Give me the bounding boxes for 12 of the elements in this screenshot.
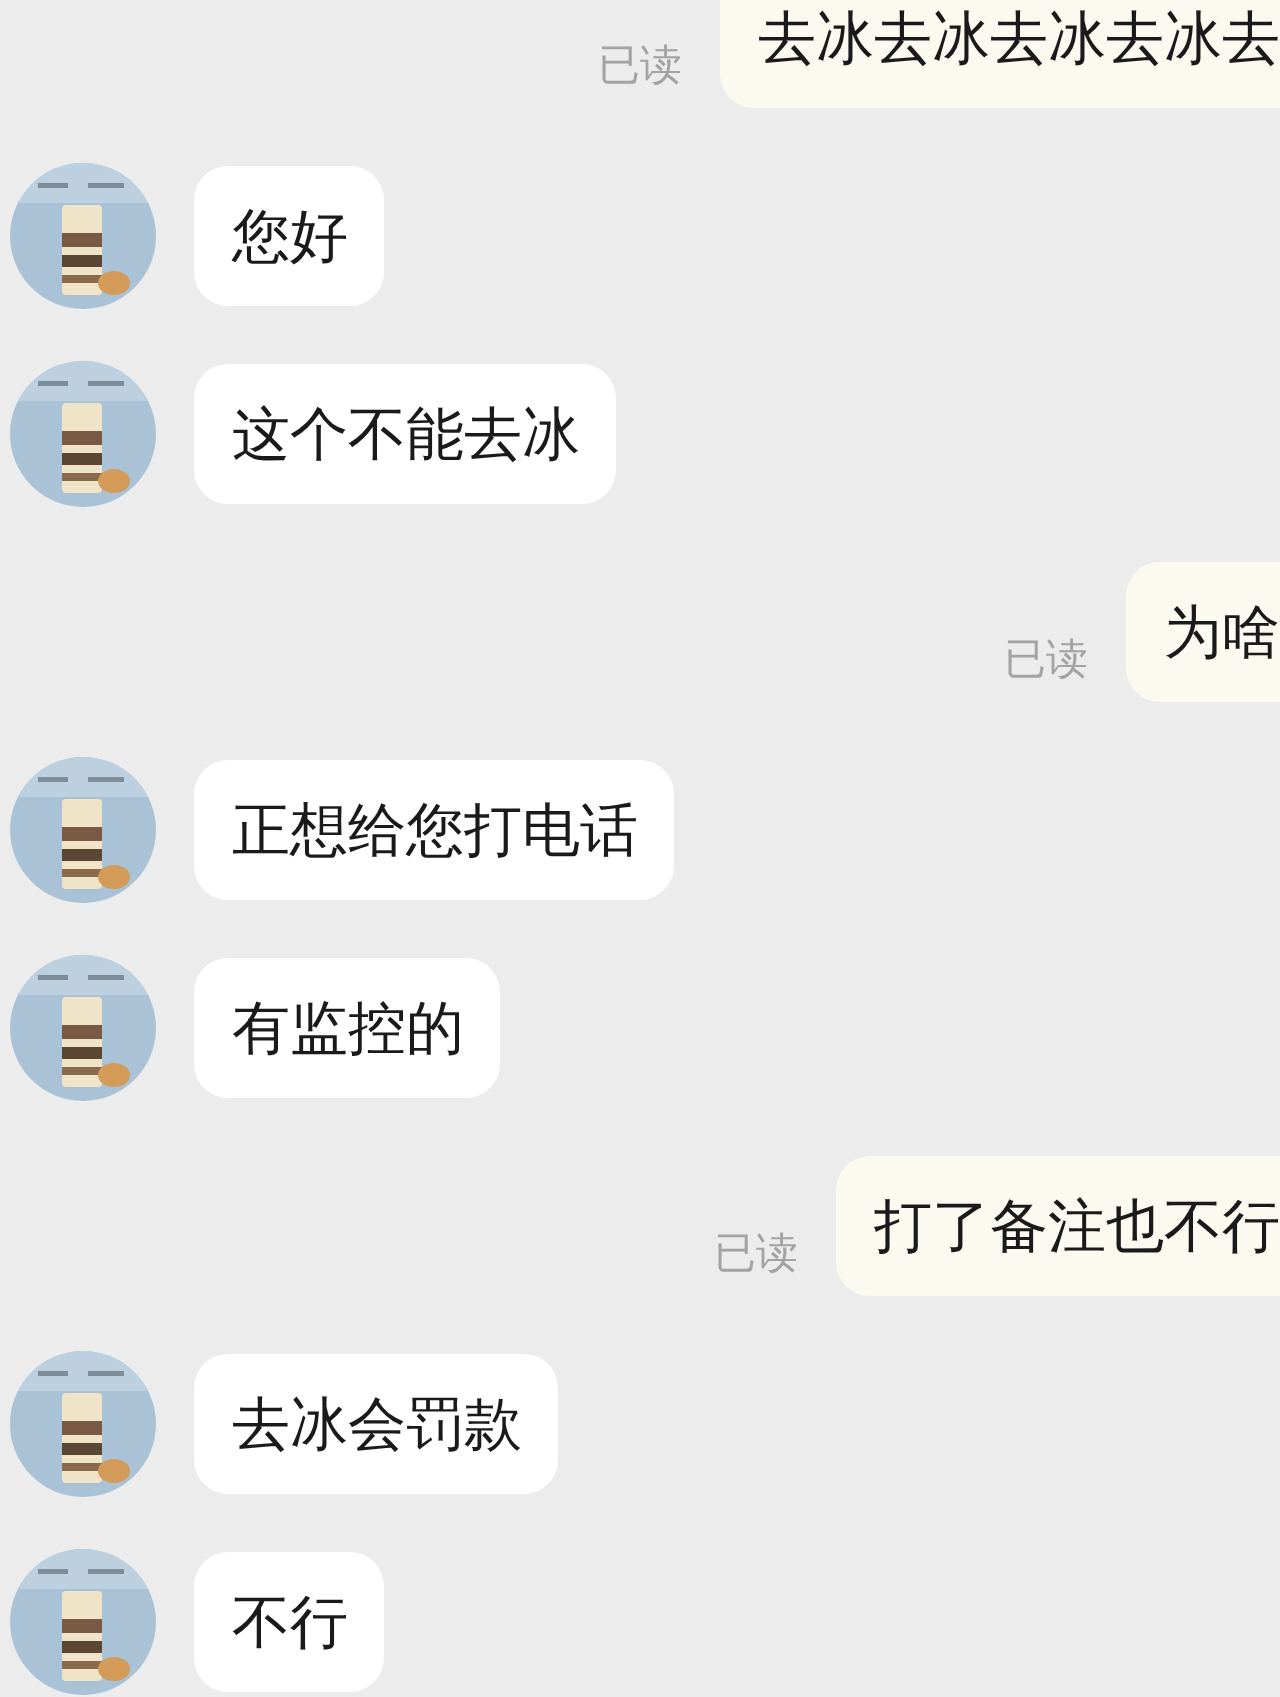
message-bubble: 您好	[194, 166, 384, 306]
message-bubble: 打了备注也不行	[836, 1156, 1280, 1296]
message-bubble: 正想给您打电话	[194, 760, 674, 900]
message-bubble: 去冰去冰去冰去冰去	[720, 0, 1280, 108]
read-receipt: 已读	[1004, 633, 1088, 685]
message-bubble: 去冰会罚款	[194, 1354, 558, 1494]
message-bubble: 为啥	[1126, 562, 1280, 702]
message-bubble: 不行	[194, 1552, 384, 1692]
read-receipt: 已读	[598, 39, 682, 91]
message-bubble: 这个不能去冰	[194, 364, 616, 504]
message-bubble: 有监控的	[194, 958, 500, 1098]
read-receipt: 已读	[714, 1227, 798, 1279]
